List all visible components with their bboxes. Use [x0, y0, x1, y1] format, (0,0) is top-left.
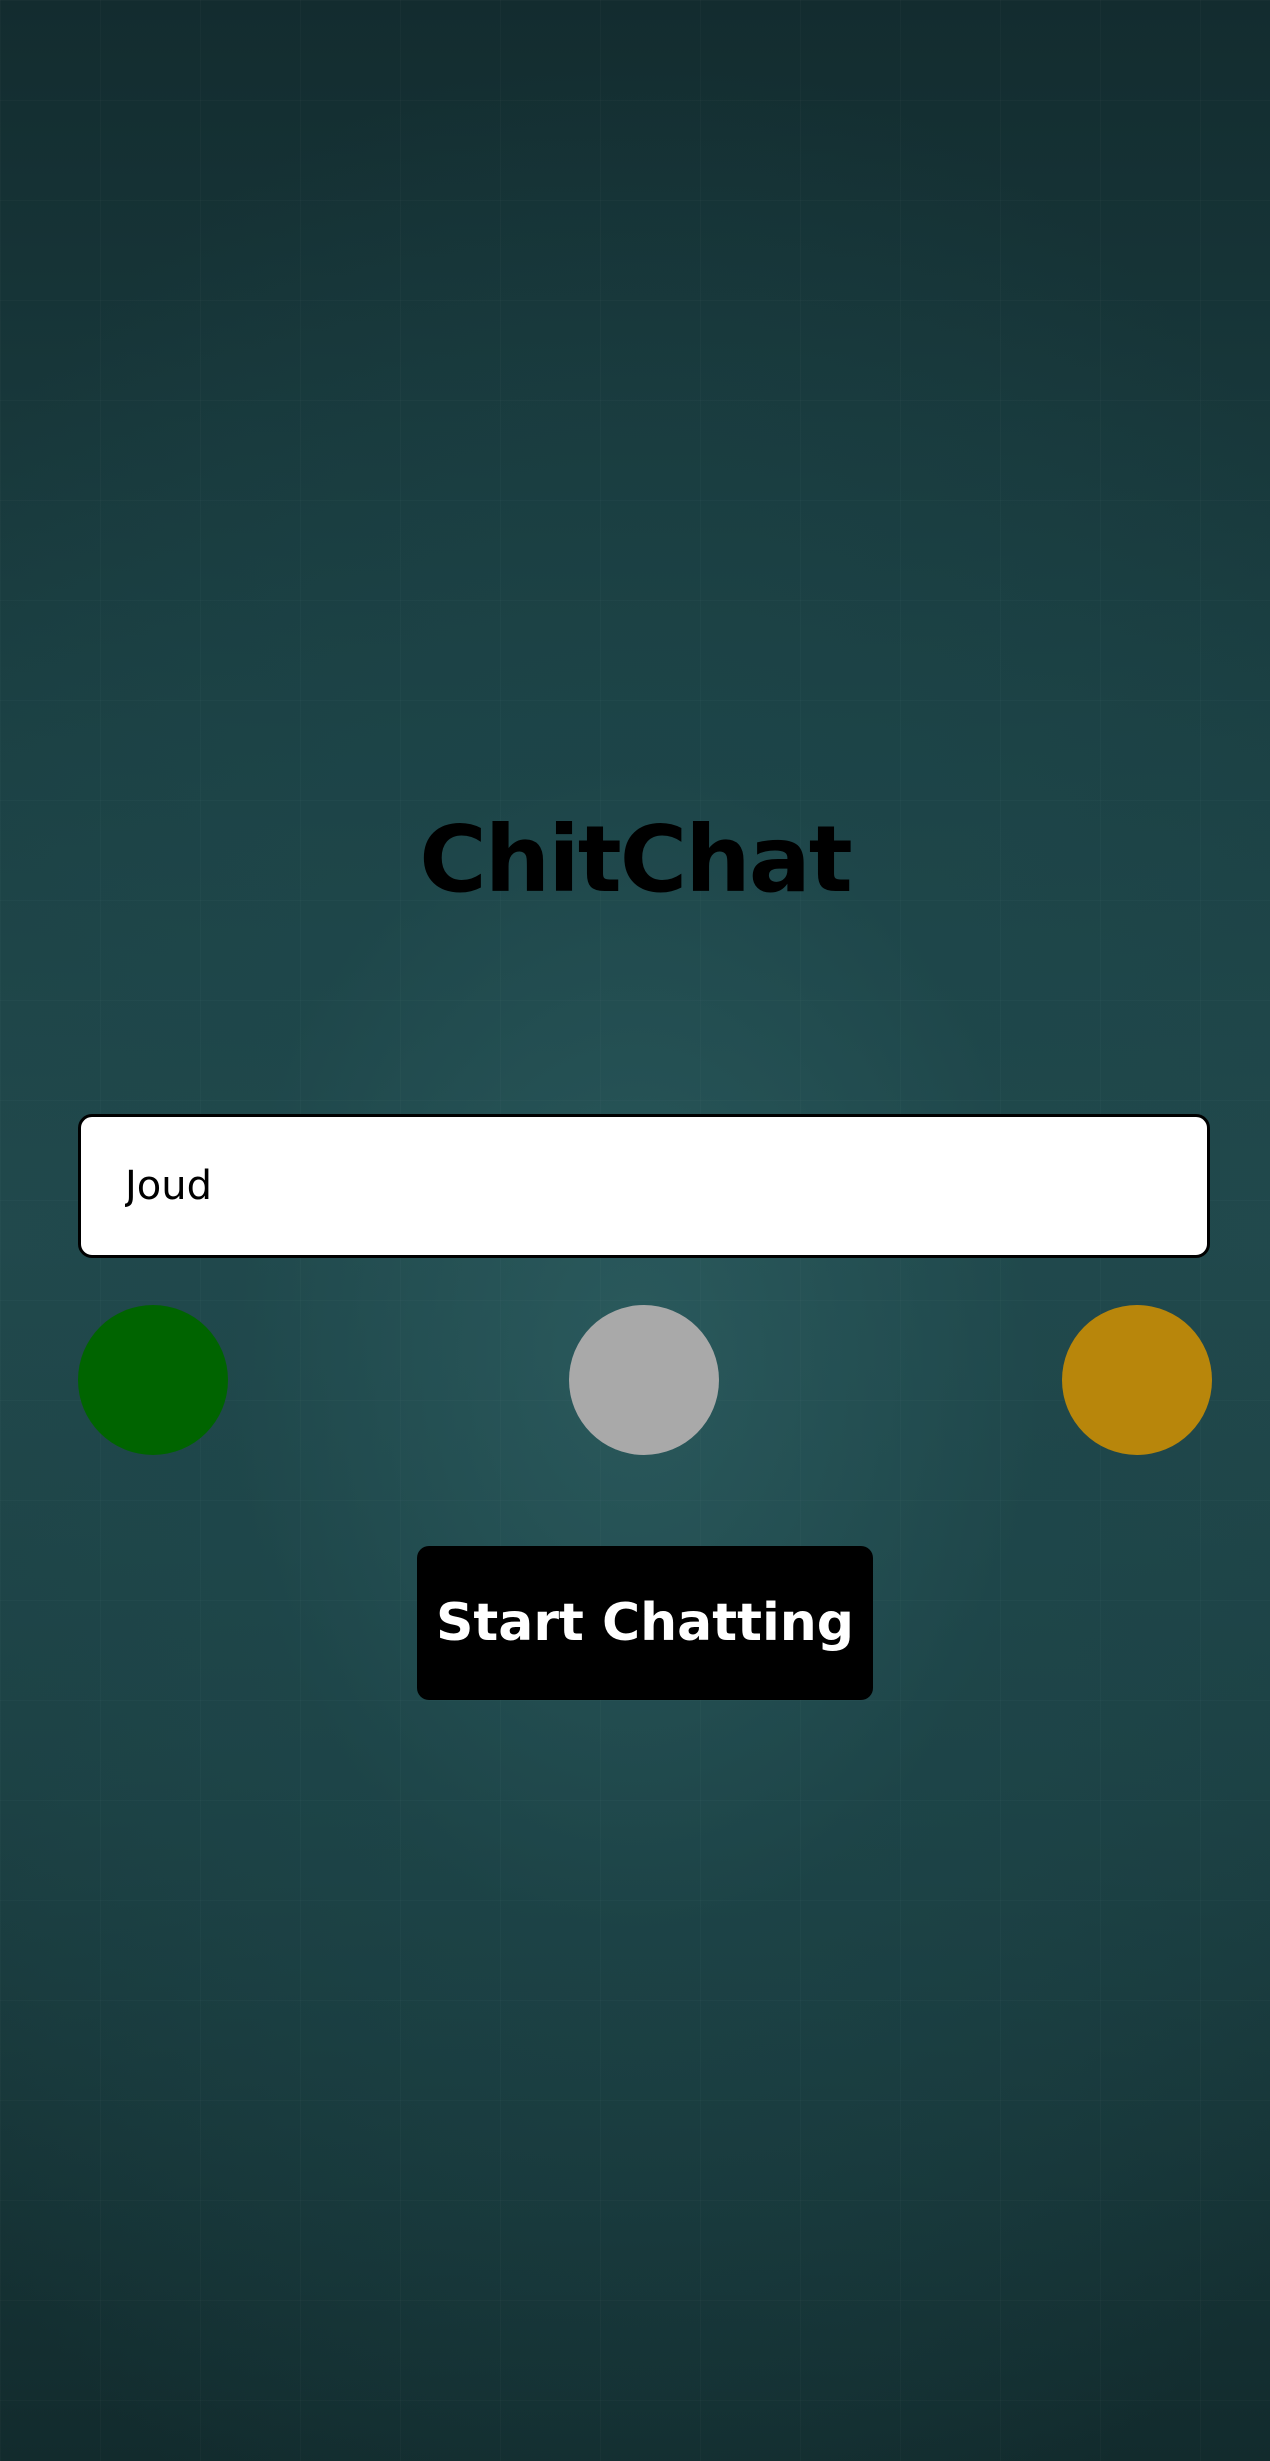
color-option-gray[interactable]: [569, 1305, 719, 1455]
color-option-green[interactable]: [78, 1305, 228, 1455]
name-input[interactable]: [78, 1114, 1210, 1258]
start-chatting-button[interactable]: Start Chatting: [417, 1546, 873, 1700]
color-option-gold[interactable]: [1062, 1305, 1212, 1455]
app-title: ChitChat: [419, 806, 853, 913]
